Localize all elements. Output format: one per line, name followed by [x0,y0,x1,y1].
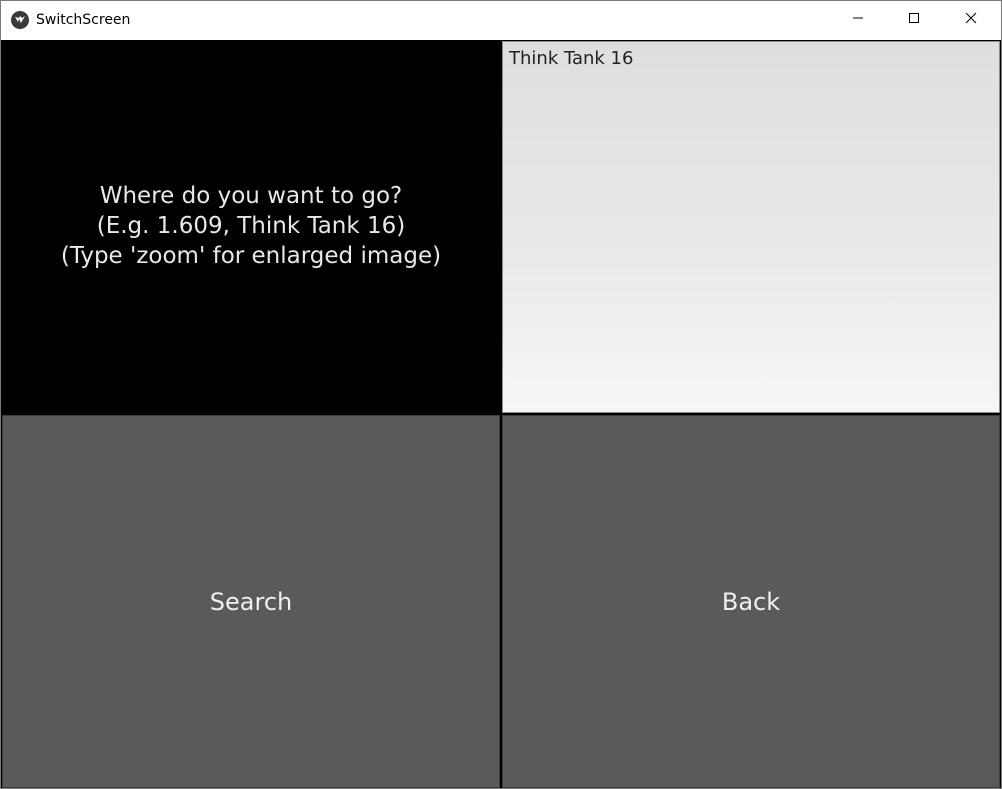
app-window: SwitchScreen Where do you want to go? (E… [0,0,1002,789]
switch-screen-content: Where do you want to go? (E.g. 1.609, Th… [1,40,1001,788]
window-title: SwitchScreen [36,12,131,28]
title-bar[interactable]: SwitchScreen [1,1,1001,39]
prompt-question: Where do you want to go? [99,183,403,209]
prompt-panel: Where do you want to go? (E.g. 1.609, Th… [1,40,501,414]
minimize-button[interactable] [835,1,881,39]
maximize-button[interactable] [891,1,937,39]
search-button[interactable]: Search [2,415,500,788]
prompt-zoom-hint: (Type 'zoom' for enlarged image) [60,243,442,269]
prompt-example: (E.g. 1.609, Think Tank 16) [96,213,406,239]
prompt-label: Where do you want to go? (E.g. 1.609, Th… [61,181,441,271]
close-icon [965,11,977,29]
close-button[interactable] [948,1,994,39]
kivy-app-icon [11,11,29,29]
minimize-icon [852,11,864,29]
maximize-icon [908,11,920,29]
back-button[interactable]: Back [502,415,1000,788]
destination-input[interactable]: Think Tank 16 [502,41,1000,413]
